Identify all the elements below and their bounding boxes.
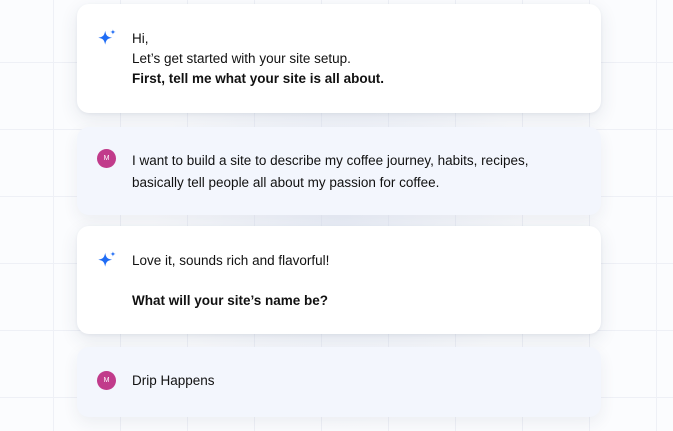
sparkle-icon: [98, 29, 116, 45]
user-message: M Drip Happens: [77, 347, 601, 417]
message-line: Drip Happens: [132, 373, 215, 388]
message-question: What will your site’s name be?: [132, 293, 329, 308]
message-text: I want to build a site to describe my co…: [132, 150, 581, 194]
message-line: basically tell people all about my passi…: [132, 175, 440, 190]
user-avatar: M: [97, 149, 116, 168]
user-avatar: M: [97, 371, 116, 390]
message-text: Hi, Let’s get started with your site set…: [132, 29, 581, 89]
assistant-message: Love it, sounds rich and flavorful! What…: [77, 226, 601, 334]
message-line: Hi,: [132, 31, 149, 46]
message-line: I want to build a site to describe my co…: [132, 153, 529, 168]
assistant-message: Hi, Let’s get started with your site set…: [77, 4, 601, 113]
message-text: Drip Happens: [132, 371, 581, 391]
user-message: M I want to build a site to describe my …: [77, 127, 601, 215]
message-line: Love it, sounds rich and flavorful!: [132, 253, 330, 268]
message-text: Love it, sounds rich and flavorful! What…: [132, 251, 581, 311]
sparkle-icon: [98, 251, 116, 267]
message-question: First, tell me what your site is all abo…: [132, 71, 385, 86]
message-line: Let’s get started with your site setup.: [132, 51, 351, 66]
